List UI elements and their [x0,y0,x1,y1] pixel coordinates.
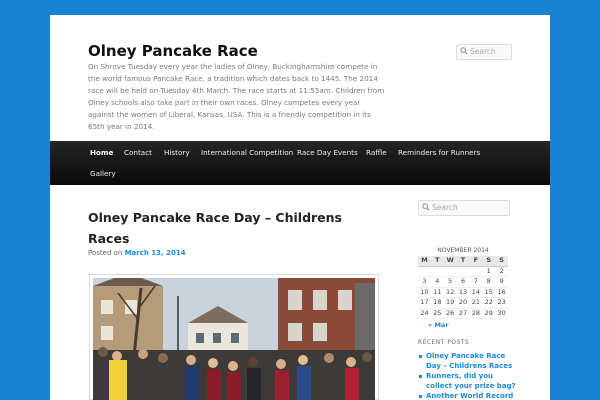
site-description: On Shrove Tuesday every year the ladies … [88,62,385,131]
calendar-day [457,267,470,277]
calendar-day [469,267,482,277]
weekday-label: F [473,256,479,264]
calendar-prev-link[interactable]: « Mar [418,321,508,329]
weekday-label: S [499,256,504,264]
calendar-day: 23 [497,298,506,306]
calendar-week-row: 17 18 19 20 21 22 23 [418,298,508,309]
nav-item-history[interactable]: History [164,147,190,159]
calendar-day: 4 [435,277,440,285]
recent-post-link[interactable]: Runners, did you collect your prize bag? [418,371,518,391]
recent-posts-list: Olney Pancake Race Day – Childrens Races… [418,351,518,400]
weekday-label: M [421,256,428,264]
search-placeholder: Search [470,47,496,56]
header-search-input[interactable]: Search [456,44,512,60]
post-date-link[interactable]: March 13, 2014 [125,249,186,257]
site-title[interactable]: Olney Pancake Race [88,42,258,60]
weekday-label: S [486,256,492,264]
main-navigation: Home Contact History International Compe… [50,141,550,185]
calendar-week-row: 24 25 26 27 28 29 30 [418,308,508,319]
post-title[interactable]: Olney Pancake Race Day – Childrens Races [88,207,358,249]
calendar-week-row: 10 11 12 13 14 15 16 [418,287,508,298]
calendar-day: 14 [471,287,480,296]
nav-item-raffle[interactable]: Raffle [366,147,387,159]
weekday-label: T [460,256,466,264]
calendar-day [444,267,457,277]
weekday-label: T [435,256,440,264]
calendar-day: 20 [458,298,468,306]
calendar-day: 7 [473,277,478,285]
calendar-caption: NOVEMBER 2014 [437,247,489,254]
calendar-day: 29 [484,308,493,317]
calendar-day: 3 [422,277,427,285]
calendar-day: 8 [486,277,491,285]
recent-post-link[interactable]: Another World Record Set By Devon Byrne [418,391,518,400]
calendar-day: 10 [420,287,429,296]
nav-item-gallery[interactable]: Gallery [90,168,116,180]
calendar-week-row: 3 4 5 6 7 8 9 [418,277,508,288]
calendar-weekdays: M T W T F S S [418,256,508,267]
calendar-day: 12 [446,287,455,296]
calendar-day: 13 [458,287,468,296]
search-icon [460,47,468,55]
nav-item-contact[interactable]: Contact [124,147,152,159]
calendar-day: 1 [486,266,491,275]
calendar-day: 18 [433,298,442,306]
search-icon [422,203,430,211]
posted-on-label: Posted on [88,249,123,257]
calendar-day: 21 [471,298,480,306]
calendar-day: 15 [484,287,493,296]
calendar-day: 24 [420,308,429,317]
calendar-widget: NOVEMBER 2014 M T W T F S S 1 2 3 4 5 6 … [418,246,508,329]
calendar-day: 25 [433,308,442,317]
post-meta: Posted on March 13, 2014 [88,249,186,257]
search-placeholder: Search [432,203,458,212]
calendar-day: 6 [460,277,466,285]
nav-item-international-competition[interactable]: International Competition [201,147,293,159]
calendar-day: 26 [446,308,455,317]
calendar-day: 9 [499,277,504,285]
page-container: Olney Pancake Race On Shrove Tuesday eve… [50,15,550,400]
post-photo[interactable] [89,274,379,400]
nav-item-reminders-for-runners[interactable]: Reminders for Runners [398,147,480,159]
calendar-week-row: 1 2 [418,266,508,277]
weekday-label: W [446,256,454,264]
calendar-day: 28 [471,308,480,317]
calendar-day: 30 [497,308,506,317]
calendar-day: 16 [497,287,506,296]
sidebar-search-input[interactable]: Search [418,200,510,216]
nav-item-home[interactable]: Home [90,147,113,159]
nav-item-race-day-events[interactable]: Race Day Events [297,147,358,159]
calendar-day: 11 [433,287,442,296]
calendar-day [418,267,431,277]
recent-post-link[interactable]: Olney Pancake Race Day – Childrens Races [418,351,518,371]
calendar-day: 22 [484,298,493,306]
calendar-day: 27 [458,308,468,317]
calendar-day: 19 [446,298,455,306]
crowd-street-image [93,278,375,400]
calendar-day: 5 [448,277,453,285]
calendar-day: 17 [420,298,429,306]
calendar-day [431,267,444,277]
calendar-day: 2 [499,266,504,275]
recent-posts-heading: RECENT POSTS [418,340,470,346]
